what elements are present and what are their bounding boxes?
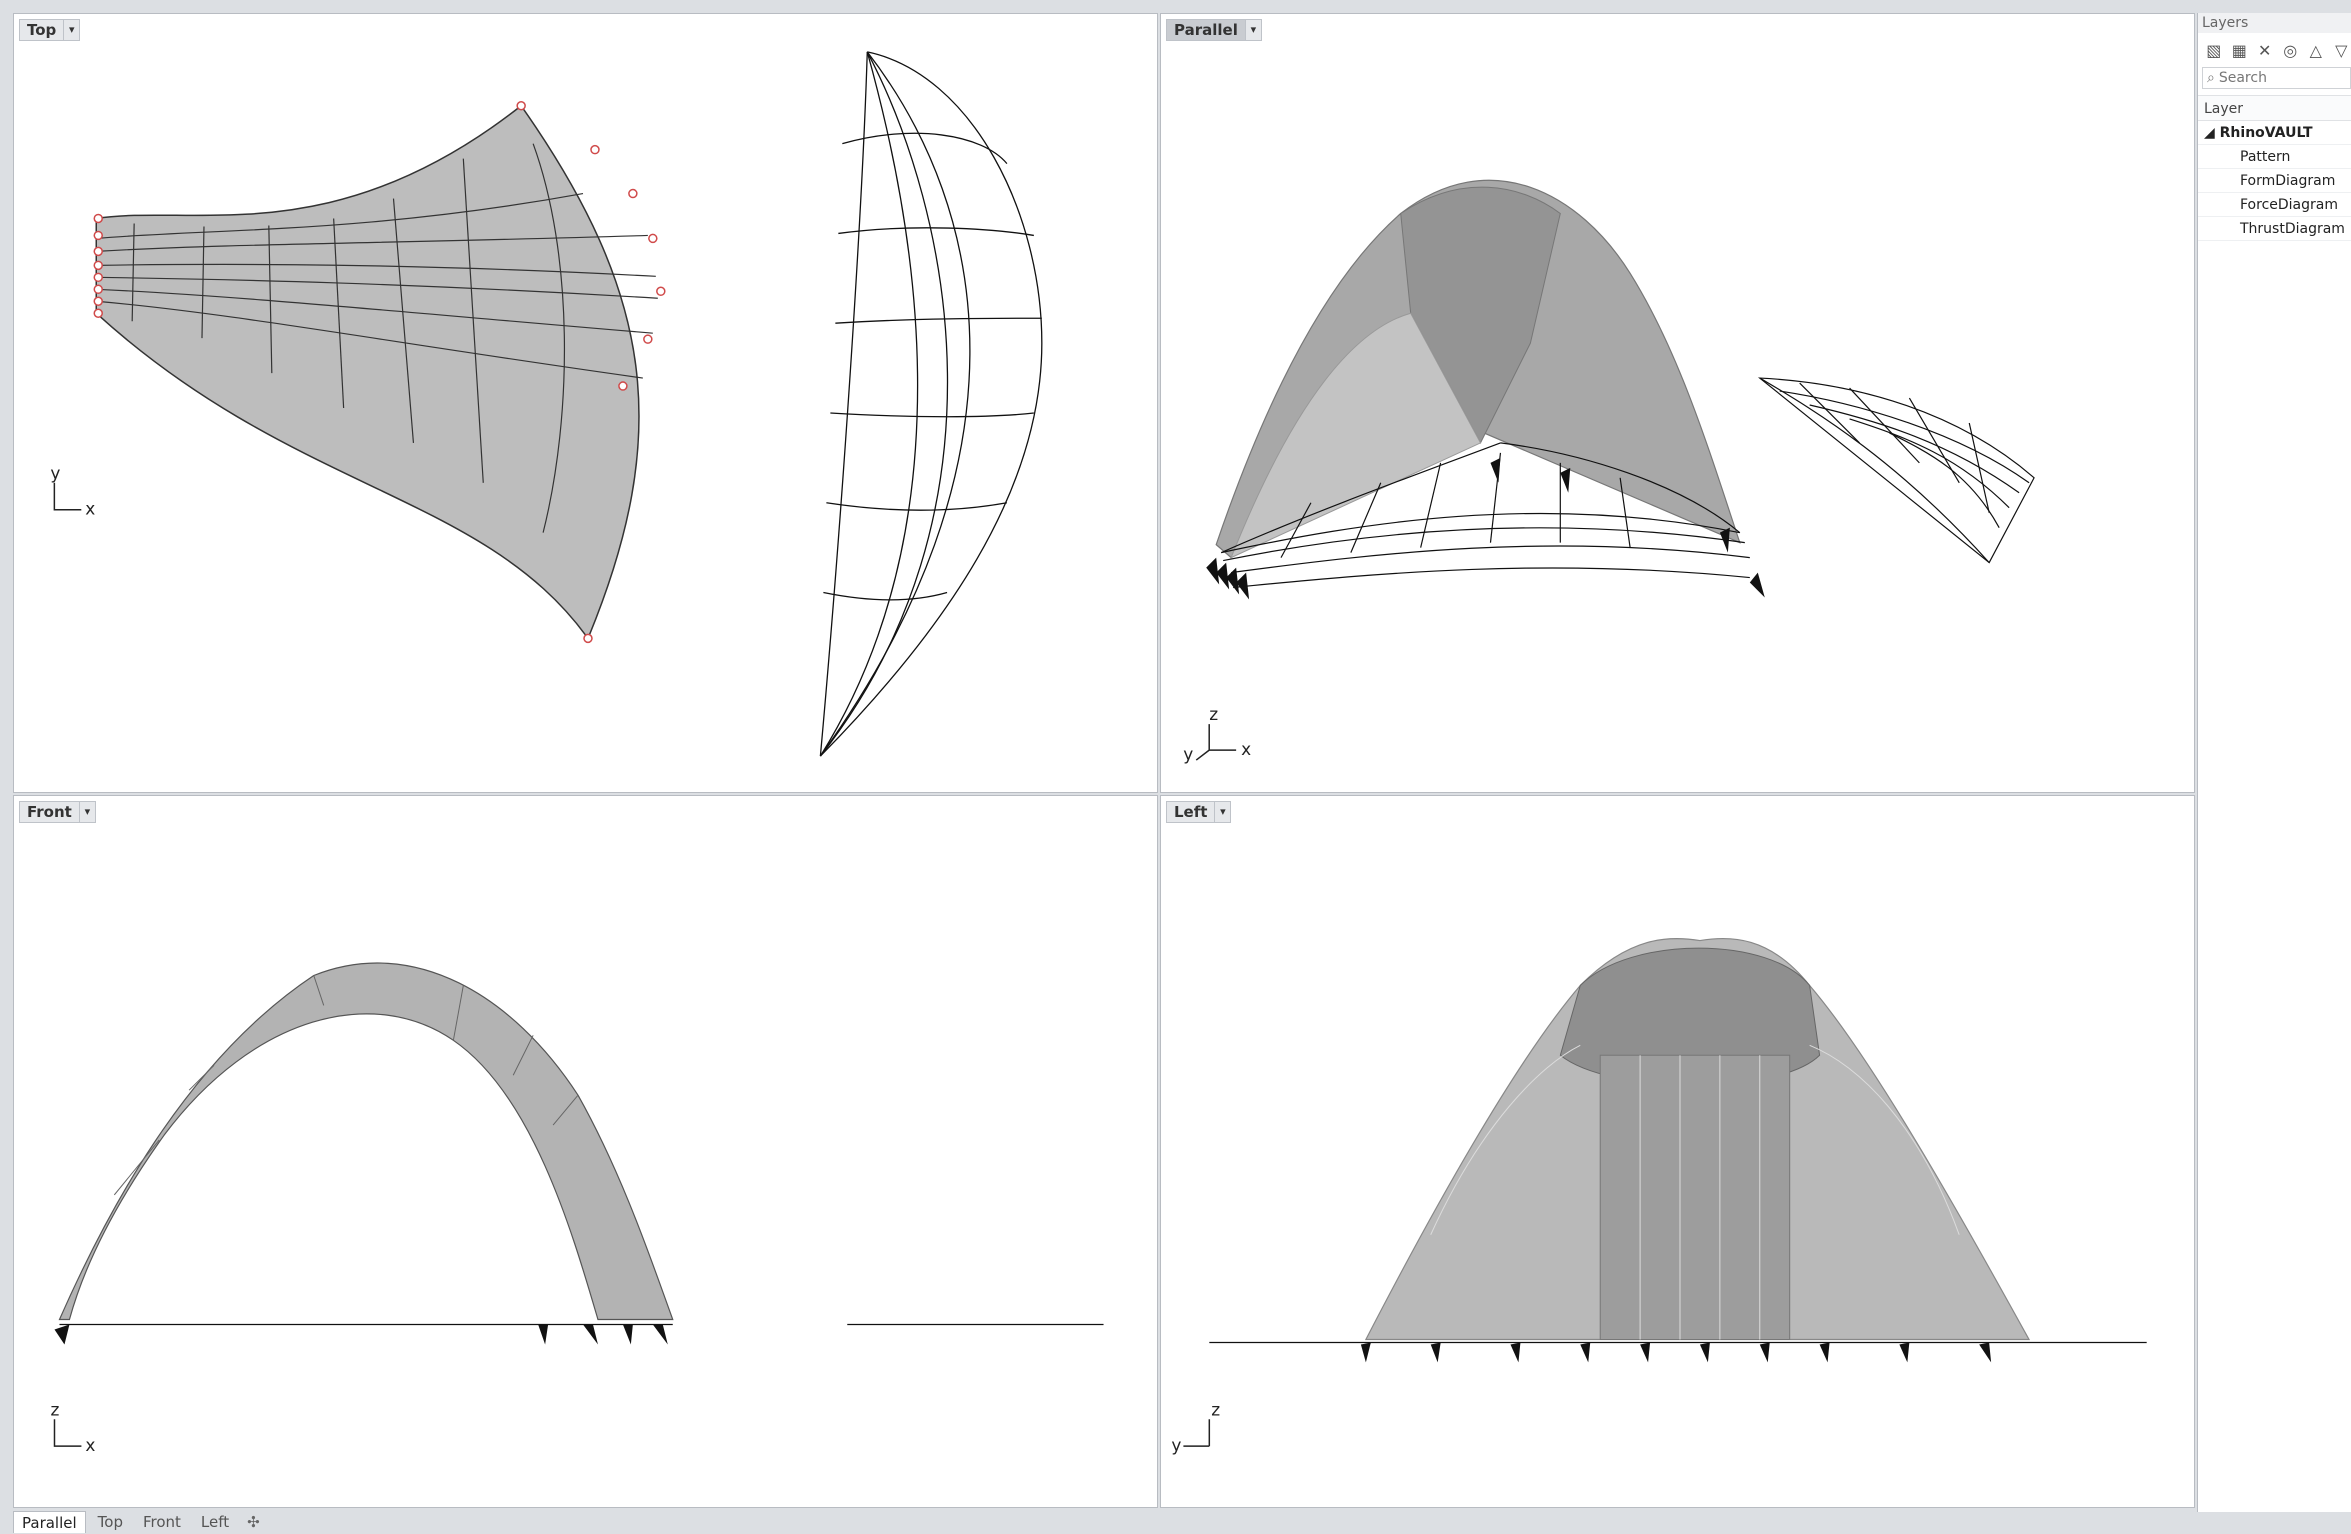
- axis-indicator-top: y x: [50, 463, 95, 519]
- chevron-down-icon[interactable]: ▾: [64, 19, 81, 41]
- viewport-title-parallel-label[interactable]: Parallel: [1166, 19, 1246, 41]
- add-viewport-tab-icon[interactable]: ✣: [241, 1513, 266, 1531]
- thrust-network-surface: [1215, 179, 1741, 559]
- viewport-title-left[interactable]: Left ▾: [1166, 801, 1232, 823]
- layers-toolbar: ▧ ▦ ✕ ◎ △ ▽: [2198, 33, 2351, 67]
- viewport-top-canvas[interactable]: y x: [14, 14, 1157, 792]
- viewport-tabbar: Parallel Top Front Left ✣: [13, 1510, 2197, 1534]
- viewport-left-canvas[interactable]: z y: [1161, 796, 2194, 1507]
- axis-label-y: y: [1183, 744, 1193, 764]
- new-sublayer-icon[interactable]: ▦: [2230, 39, 2250, 61]
- axis-label-y: y: [1171, 1435, 1181, 1455]
- axis-label-y: y: [50, 463, 60, 483]
- viewport-front-canvas[interactable]: z x: [14, 796, 1157, 1507]
- force-diagram-plan: [819, 51, 1043, 757]
- viewport-title-parallel[interactable]: Parallel ▾: [1166, 19, 1262, 41]
- search-icon: ⌕: [2207, 70, 2215, 86]
- layer-row-thrustdiagram[interactable]: ThrustDiagram: [2198, 217, 2351, 241]
- axis-label-z: z: [1209, 704, 1218, 724]
- expand-triangle-icon[interactable]: ◢: [2204, 125, 2215, 141]
- tab-parallel[interactable]: Parallel: [13, 1511, 86, 1533]
- layer-row-forcediagram[interactable]: ForceDiagram: [2198, 193, 2351, 217]
- move-down-icon[interactable]: ▽: [2332, 39, 2351, 61]
- tab-front[interactable]: Front: [135, 1511, 189, 1533]
- form-diagram-plan: [93, 101, 666, 644]
- chevron-down-icon[interactable]: ▾: [1245, 19, 1262, 41]
- layers-column-header[interactable]: Layer: [2198, 95, 2351, 121]
- supports-front: [54, 1324, 668, 1345]
- force-diagram-3d: [1757, 377, 2035, 564]
- rhino-window: Top ▾ y x Parallel ▾ z y x Front ▾ z x L…: [0, 0, 2351, 1534]
- layer-root-name: RhinoVAULT: [2219, 125, 2313, 141]
- viewport-title-front[interactable]: Front ▾: [19, 801, 96, 823]
- layer-row-root[interactable]: ◢ RhinoVAULT: [2198, 121, 2351, 145]
- supports-left: [1360, 1342, 1992, 1363]
- delete-icon[interactable]: ✕: [2255, 39, 2275, 61]
- layer-row-formdiagram[interactable]: FormDiagram: [2198, 169, 2351, 193]
- viewport-top[interactable]: Top ▾ y x: [13, 13, 1158, 793]
- axis-indicator-parallel: z y x: [1183, 704, 1251, 764]
- tab-left[interactable]: Left: [193, 1511, 237, 1533]
- viewport-title-front-label[interactable]: Front: [19, 801, 80, 823]
- move-up-icon[interactable]: △: [2306, 39, 2326, 61]
- chevron-down-icon[interactable]: ▾: [1215, 801, 1232, 823]
- search-placeholder: Search: [2218, 70, 2267, 86]
- layer-row-pattern[interactable]: Pattern: [2198, 145, 2351, 169]
- layers-panel-title: Layers: [2198, 13, 2351, 33]
- viewport-title-top[interactable]: Top ▾: [19, 19, 81, 41]
- viewport-left[interactable]: Left ▾ z y: [1160, 795, 2195, 1508]
- axis-label-x: x: [1241, 739, 1251, 759]
- tab-top[interactable]: Top: [90, 1511, 131, 1533]
- viewport-front[interactable]: Front ▾ z x: [13, 795, 1158, 1508]
- layers-search[interactable]: ⌕ Search: [2202, 67, 2351, 89]
- axis-indicator-left: z y: [1171, 1399, 1220, 1455]
- viewport-parallel[interactable]: Parallel ▾ z y x: [1160, 13, 2195, 793]
- axis-indicator-front: z x: [51, 1399, 96, 1455]
- axis-label-z: z: [1211, 1399, 1220, 1419]
- viewport-parallel-canvas[interactable]: z y x: [1161, 14, 2194, 792]
- axis-label-x: x: [85, 1435, 95, 1455]
- thrust-surface-left: [1364, 937, 2031, 1341]
- axis-label-z: z: [51, 1399, 60, 1419]
- axis-label-x: x: [85, 499, 95, 519]
- viewport-title-left-label[interactable]: Left: [1166, 801, 1216, 823]
- viewport-title-top-label[interactable]: Top: [19, 19, 65, 41]
- thrust-surface-front: [58, 962, 674, 1321]
- chevron-down-icon[interactable]: ▾: [79, 801, 96, 823]
- new-layer-icon[interactable]: ▧: [2204, 39, 2224, 61]
- filter-icon[interactable]: ◎: [2281, 39, 2301, 61]
- layers-panel: Layers ▧ ▦ ✕ ◎ △ ▽ ⌕ Search Layer ◢ Rhin…: [2197, 13, 2351, 1512]
